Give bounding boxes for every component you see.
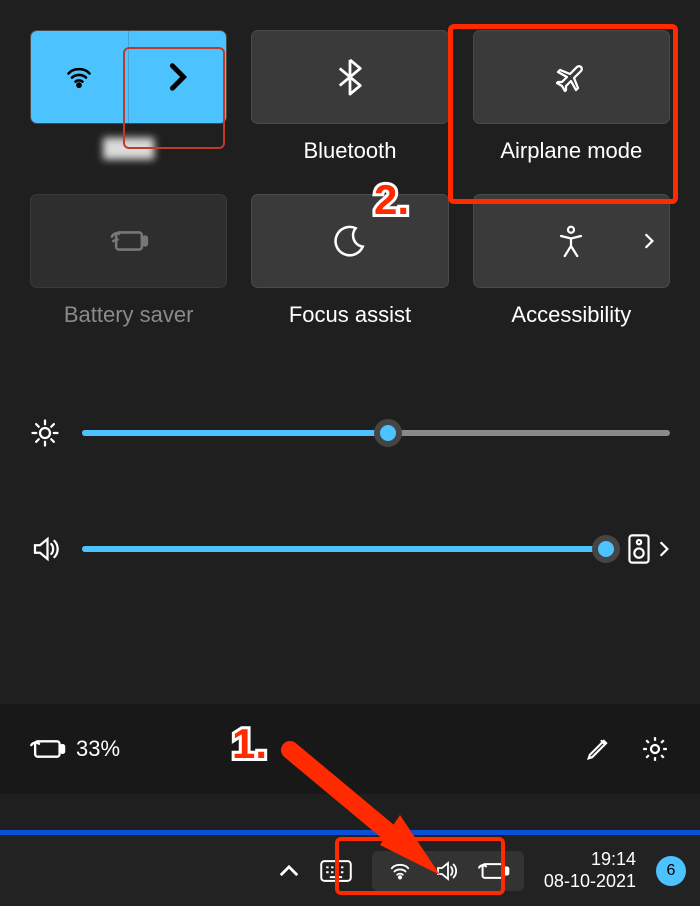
speaker-device-icon — [628, 534, 650, 564]
brightness-icon — [30, 418, 60, 448]
wifi-toggle[interactable] — [31, 31, 129, 123]
brightness-row — [30, 418, 670, 448]
sliders-section — [30, 418, 670, 564]
focus-assist-tile[interactable] — [251, 194, 448, 288]
accessibility-label: Accessibility — [473, 302, 670, 328]
wifi-icon — [386, 860, 414, 882]
bluetooth-label: Bluetooth — [251, 138, 448, 164]
moon-icon — [333, 224, 367, 258]
chevron-right-icon — [643, 232, 655, 250]
brightness-thumb[interactable] — [374, 419, 402, 447]
tray-overflow-button[interactable] — [278, 863, 300, 879]
pencil-icon — [584, 735, 612, 763]
panel-footer: 33% — [0, 704, 700, 794]
brightness-slider[interactable] — [82, 430, 670, 436]
battery-percent-text: 33% — [76, 736, 120, 762]
notification-badge[interactable]: 6 — [656, 856, 686, 886]
wifi-network-name: ████ — [30, 138, 227, 159]
tiles-grid: ████ Bluetooth Airplane mode — [30, 30, 670, 328]
volume-row — [30, 534, 670, 564]
airplane-label: Airplane mode — [473, 138, 670, 164]
clock[interactable]: 19:14 08-10-2021 — [544, 849, 636, 892]
volume-icon — [432, 859, 460, 883]
gear-icon — [640, 734, 670, 764]
keyboard-icon — [320, 859, 352, 883]
battery-status[interactable]: 33% — [30, 736, 120, 762]
volume-fill — [82, 546, 606, 552]
system-tray-button[interactable] — [372, 851, 524, 891]
bluetooth-icon — [338, 58, 362, 96]
brightness-fill — [82, 430, 388, 436]
volume-slider[interactable] — [82, 546, 606, 552]
bluetooth-tile[interactable] — [251, 30, 448, 124]
battery-saver-tile-wrap: Battery saver — [30, 194, 227, 328]
wifi-icon — [62, 63, 96, 91]
focus-assist-tile-wrap: Focus assist — [251, 194, 448, 328]
notification-count: 6 — [667, 862, 676, 880]
time-text: 19:14 — [544, 849, 636, 871]
edit-button[interactable] — [584, 735, 612, 763]
chevron-up-icon — [278, 863, 300, 879]
touch-keyboard-button[interactable] — [320, 859, 352, 883]
battery-charging-icon — [30, 737, 66, 761]
chevron-right-icon — [658, 540, 670, 558]
wifi-tile[interactable] — [30, 30, 227, 124]
audio-output-button[interactable] — [628, 534, 650, 564]
battery-saver-tile[interactable] — [30, 194, 227, 288]
quick-settings-panel: ████ Bluetooth Airplane mode — [0, 0, 700, 564]
battery-charging-icon — [478, 860, 510, 882]
volume-thumb[interactable] — [592, 535, 620, 563]
wifi-tile-wrap: ████ — [30, 30, 227, 164]
airplane-tile[interactable] — [473, 30, 670, 124]
accessibility-icon — [556, 224, 586, 258]
accessibility-tile[interactable] — [473, 194, 670, 288]
accessibility-tile-wrap: Accessibility — [473, 194, 670, 328]
battery-saver-label: Battery saver — [30, 302, 227, 328]
chevron-right-icon — [168, 62, 188, 92]
battery-saver-icon — [109, 227, 149, 255]
date-text: 08-10-2021 — [544, 871, 636, 893]
settings-button[interactable] — [640, 734, 670, 764]
volume-expand[interactable] — [658, 540, 670, 558]
focus-assist-label: Focus assist — [251, 302, 448, 328]
airplane-tile-wrap: Airplane mode — [473, 30, 670, 164]
volume-icon — [30, 534, 60, 564]
airplane-icon — [552, 60, 590, 94]
bluetooth-tile-wrap: Bluetooth — [251, 30, 448, 164]
wifi-expand[interactable] — [129, 31, 227, 123]
taskbar: 19:14 08-10-2021 6 — [0, 830, 700, 906]
